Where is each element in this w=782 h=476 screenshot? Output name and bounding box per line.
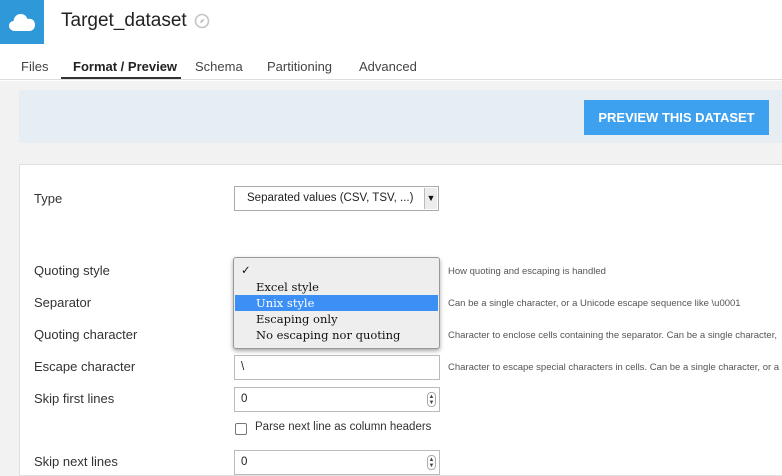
cloud-icon — [9, 14, 35, 31]
parse-header-checkbox[interactable] — [235, 423, 247, 435]
dropdown-option-excel-style[interactable]: Excel style — [235, 279, 438, 295]
dropdown-option-escaping-only[interactable]: Escaping only — [235, 311, 438, 327]
dropdown-option-empty[interactable]: ✓ — [235, 262, 438, 278]
type-select-value: Separated values (CSV, TSV, ...) — [247, 192, 414, 204]
skip-next-lines-value: 0 — [241, 456, 248, 468]
preview-dataset-button[interactable]: PREVIEW THIS DATASET — [584, 100, 769, 135]
quoting-style-help: How quoting and escaping is handled — [448, 266, 606, 277]
spinner-icon[interactable]: ▲ ▼ — [427, 392, 436, 407]
tab-partitioning[interactable]: Partitioning — [267, 59, 332, 74]
escape-character-help: Character to escape special characters i… — [448, 362, 782, 373]
spinner-icon[interactable]: ▲ ▼ — [427, 455, 436, 470]
tab-schema[interactable]: Schema — [195, 59, 243, 74]
checkmark-icon: ✓ — [241, 263, 251, 277]
type-label: Type — [34, 191, 63, 206]
escape-character-label: Escape character — [34, 359, 136, 374]
app-tile[interactable] — [0, 0, 44, 44]
parse-header-label: Parse next line as column headers — [255, 421, 432, 433]
tab-format-preview[interactable]: Format / Preview — [73, 59, 177, 74]
skip-next-lines-label: Skip next lines — [34, 454, 118, 469]
tab-files[interactable]: Files — [21, 59, 48, 74]
top-bar: Target_dataset — [0, 0, 782, 44]
skip-next-lines-input[interactable]: 0 ▲ ▼ — [234, 450, 440, 475]
type-select[interactable]: Separated values (CSV, TSV, ...) ▼ — [234, 186, 439, 211]
quoting-character-help: Character to enclose cells containing th… — [448, 330, 777, 341]
compass-icon[interactable] — [194, 13, 210, 29]
tab-bar: Files Format / Preview Schema Partitioni… — [0, 44, 782, 80]
quoting-character-label: Quoting character — [34, 327, 138, 342]
escape-character-value: \ — [241, 361, 245, 373]
dataset-title: Target_dataset — [61, 10, 187, 31]
tab-advanced[interactable]: Advanced — [359, 59, 417, 74]
active-tab-indicator — [61, 77, 181, 79]
skip-first-lines-value: 0 — [241, 393, 248, 405]
quoting-style-label: Quoting style — [34, 263, 110, 278]
dropdown-option-no-escaping[interactable]: No escaping nor quoting — [235, 327, 438, 343]
caret-down-icon: ▼ — [424, 188, 437, 209]
escape-character-input[interactable]: \ — [234, 355, 440, 380]
skip-first-lines-label: Skip first lines — [34, 391, 115, 406]
separator-help: Can be a single character, or a Unicode … — [448, 298, 741, 309]
quoting-style-dropdown[interactable]: ✓ Excel style Unix style Escaping only N… — [233, 257, 440, 349]
separator-label: Separator — [34, 295, 92, 310]
skip-first-lines-input[interactable]: 0 ▲ ▼ — [234, 387, 440, 412]
dropdown-option-unix-style[interactable]: Unix style — [235, 295, 438, 311]
